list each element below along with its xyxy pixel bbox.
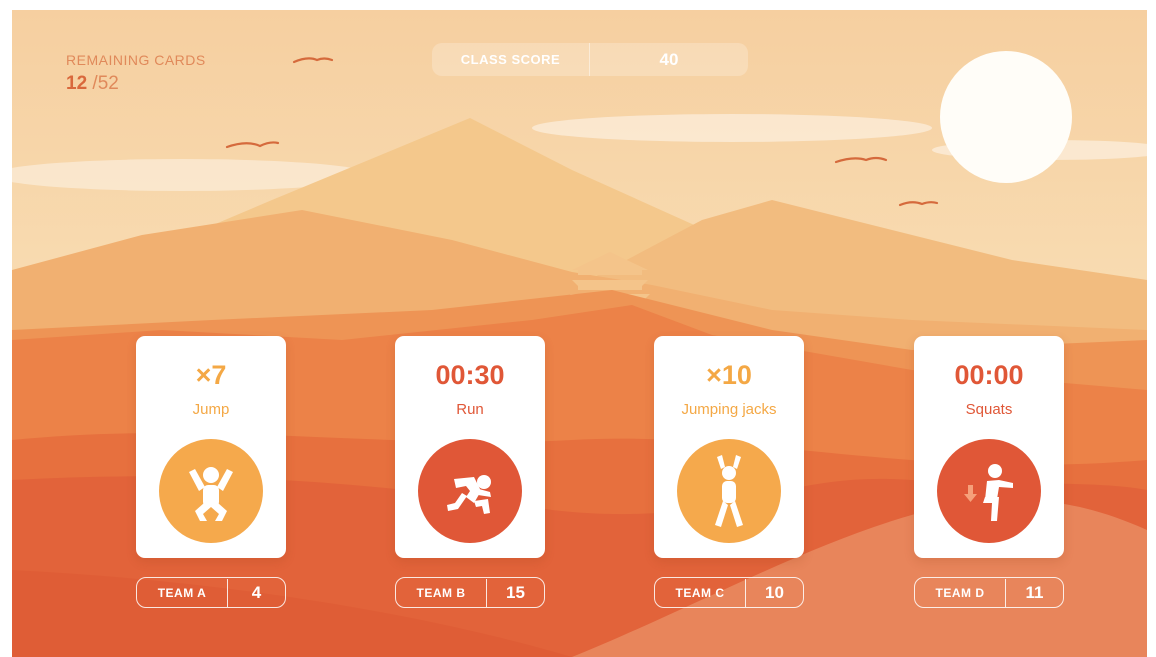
team-score: 15	[506, 582, 525, 602]
card-exercise-label: Jumping jacks	[681, 401, 777, 418]
team-score: 4	[251, 582, 262, 602]
remaining-cards: REMAINING CARDS 12 /52	[66, 52, 206, 95]
jumping-jacks-icon	[677, 439, 781, 543]
sunset-landscape-background	[12, 10, 1147, 657]
sun	[940, 51, 1072, 183]
class-score-label: CLASS SCORE	[432, 43, 590, 76]
card-exercise-label: Squats	[965, 401, 1013, 418]
remaining-cards-label: REMAINING CARDS	[66, 52, 206, 68]
remaining-cards-current: 12	[66, 73, 88, 94]
exercise-card-squats[interactable]: 00:00 Squats	[914, 336, 1064, 558]
team-label: TEAM C	[655, 578, 746, 607]
team-score: 11	[1025, 582, 1044, 602]
team-score-b: TEAM B 15	[395, 577, 545, 608]
team-score-c: TEAM C 10	[654, 577, 804, 608]
exercise-card-jump[interactable]: ×7 Jump	[136, 336, 286, 558]
card-value: ×10	[706, 360, 752, 390]
card-exercise-label: Jump	[192, 401, 230, 418]
exercise-card-run[interactable]: 00:30 Run	[395, 336, 545, 558]
squats-icon	[937, 439, 1041, 543]
jump-icon	[159, 439, 263, 543]
team-label: TEAM A	[137, 578, 228, 607]
team-score-d: TEAM D 11	[914, 577, 1064, 608]
class-score-value: 40	[659, 49, 679, 69]
team-label: TEAM B	[396, 578, 487, 607]
remaining-cards-count: 12 /52	[66, 73, 206, 95]
class-score: CLASS SCORE 40	[432, 43, 748, 76]
card-exercise-label: Run	[456, 401, 484, 418]
remaining-cards-total: /52	[92, 73, 119, 94]
team-label: TEAM D	[915, 578, 1006, 607]
card-value: 00:00	[954, 360, 1024, 390]
game-stage: REMAINING CARDS 12 /52 CLASS SCORE 40 ×7…	[12, 10, 1147, 657]
card-value: ×7	[195, 360, 227, 390]
cloud	[532, 114, 932, 142]
exercise-card-jumping-jacks[interactable]: ×10 Jumping jacks	[654, 336, 804, 558]
team-score: 10	[765, 582, 784, 602]
team-score-a: TEAM A 4	[136, 577, 286, 608]
run-icon	[418, 439, 522, 543]
card-value: 00:30	[435, 360, 505, 390]
